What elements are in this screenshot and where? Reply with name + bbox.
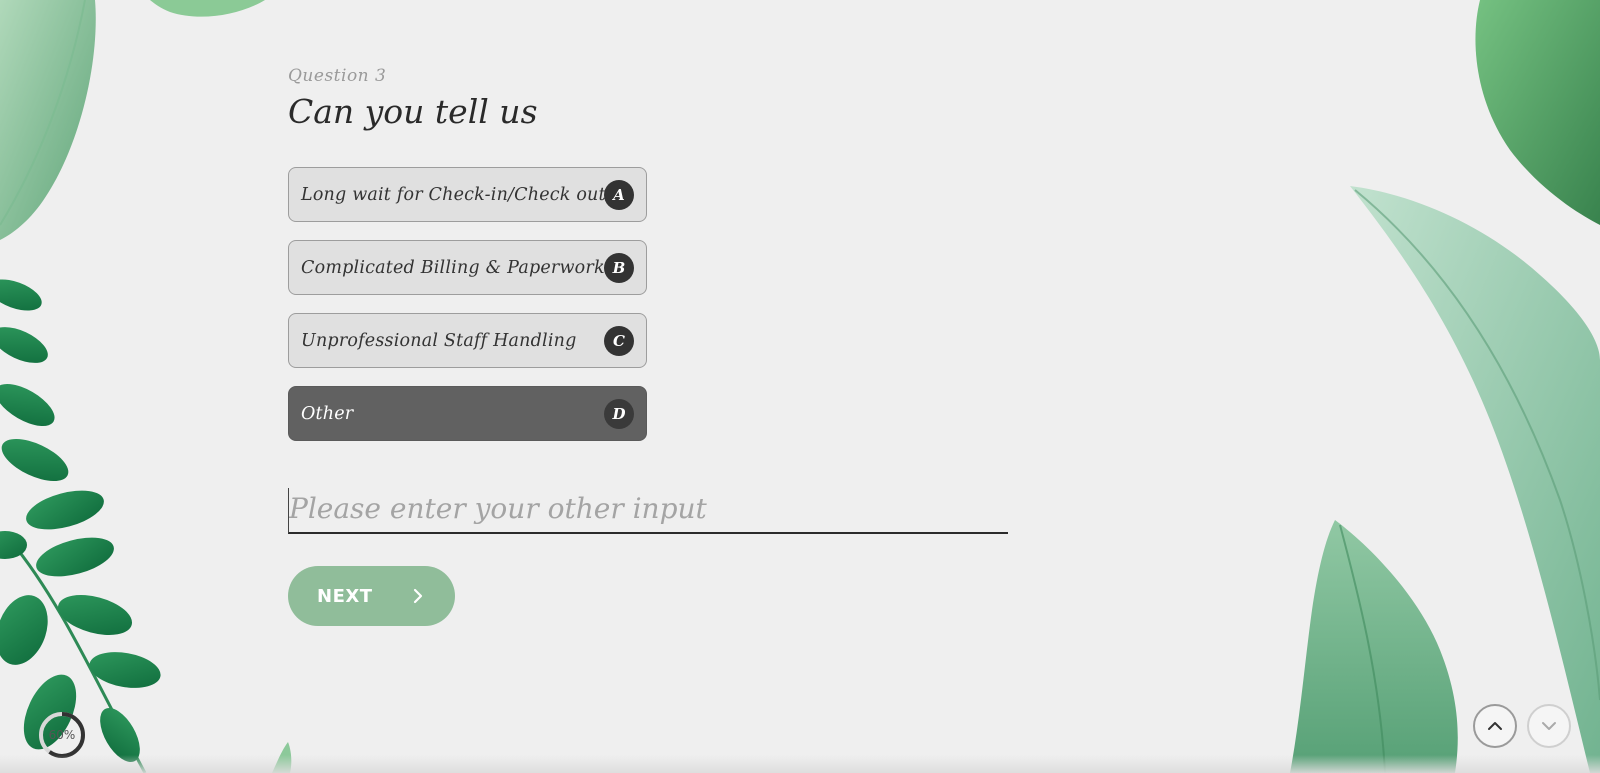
option-key-badge: A [604,179,634,210]
option-a[interactable]: Long wait for Check-in/Check out A [288,167,647,222]
other-input-field[interactable] [288,488,1008,534]
option-key-badge: B [604,252,634,283]
option-label: Unprofessional Staff Handling [301,330,577,351]
option-key-badge: C [604,325,634,356]
next-button[interactable]: NEXT [288,566,455,626]
next-button-label: NEXT [317,585,373,607]
progress-indicator: 60% [37,710,87,760]
survey-page: Question 3 Can you tell us Long wait for… [0,0,1600,773]
question-block: Question 3 Can you tell us Long wait for… [288,66,1048,441]
bottom-edge-shadow [0,755,1600,773]
option-c[interactable]: Unprofessional Staff Handling C [288,313,647,368]
option-b[interactable]: Complicated Billing & Paperwork B [288,240,647,295]
chevron-right-icon [413,588,423,604]
question-title: Can you tell us [288,92,538,131]
chevron-up-icon [1488,722,1502,730]
option-label: Long wait for Check-in/Check out [301,184,606,205]
option-key-badge: D [604,398,634,429]
option-d[interactable]: Other D [288,386,647,441]
progress-percent: 60% [48,728,76,742]
option-label: Other [301,403,354,424]
option-label: Complicated Billing & Paperwork [301,257,605,278]
answer-options: Long wait for Check-in/Check out A Compl… [288,167,1048,441]
scroll-down-button[interactable] [1527,704,1571,748]
scroll-up-button[interactable] [1473,704,1517,748]
question-number: Question 3 [288,66,387,86]
chevron-down-icon [1542,722,1556,730]
